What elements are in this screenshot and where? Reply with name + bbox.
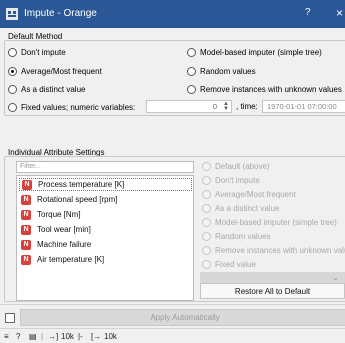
radio-label: Random values bbox=[215, 231, 271, 241]
radio-label: Remove instances with unknown values bbox=[215, 245, 345, 255]
numeric-variable-icon: N bbox=[21, 254, 31, 265]
separator: | bbox=[41, 332, 44, 341]
numeric-value: 0 bbox=[212, 102, 217, 111]
radio-indicator bbox=[202, 189, 211, 199]
radio-label: Fixed values; numeric variables: bbox=[21, 102, 136, 112]
report-icon[interactable]: ▤ bbox=[29, 332, 37, 341]
numeric-variable-icon: N bbox=[22, 179, 32, 190]
list-item[interactable]: N Torque [Nm] bbox=[19, 208, 81, 221]
radio-label: Model-based imputer (simple tree) bbox=[215, 217, 337, 227]
help-button[interactable]: ? bbox=[305, 7, 311, 18]
filter-input[interactable]: Filter... bbox=[16, 161, 194, 173]
radio-label: Average/Most frequent bbox=[215, 189, 296, 199]
divider bbox=[0, 328, 345, 329]
radio-dont-impute[interactable]: Don't impute bbox=[8, 45, 66, 59]
window-title: Impute - Orange bbox=[24, 8, 97, 19]
auto-apply-checkbox[interactable] bbox=[5, 313, 15, 323]
radio-label: Model-based imputer (simple tree) bbox=[200, 47, 322, 57]
input-count: 10k bbox=[61, 332, 74, 341]
radio-label: As a distinct value bbox=[215, 203, 280, 213]
radio-indicator bbox=[187, 66, 196, 76]
output-count: 10k bbox=[104, 332, 117, 341]
list-item[interactable]: N Rotational speed [rpm] bbox=[19, 193, 118, 206]
attribute-name: Process temperature [K] bbox=[38, 180, 125, 189]
radio-remove-instances[interactable]: Remove instances with unknown values bbox=[187, 82, 342, 96]
output-data-icon: [→ bbox=[91, 332, 102, 341]
list-item[interactable]: N Machine failure bbox=[19, 238, 91, 251]
list-item[interactable]: N Process temperature [K] bbox=[19, 178, 192, 191]
chevron-down-icon: ⌄ bbox=[332, 273, 339, 282]
radio-indicator-checked bbox=[8, 66, 17, 76]
radio-indicator bbox=[8, 84, 17, 94]
attr-radio-random[interactable]: Random values bbox=[202, 229, 271, 243]
divider bbox=[0, 304, 345, 305]
attr-radio-remove[interactable]: Remove instances with unknown values bbox=[202, 243, 345, 257]
radio-label: Average/Most frequent bbox=[21, 66, 102, 76]
time-value-field[interactable]: 1970-01-01 07:00:00 bbox=[262, 100, 345, 113]
radio-indicator bbox=[187, 47, 196, 57]
radio-distinct[interactable]: As a distinct value bbox=[8, 82, 85, 96]
restore-all-button[interactable]: Restore All to Default bbox=[200, 283, 345, 299]
time-label: , time: bbox=[236, 102, 258, 111]
attr-radio-average[interactable]: Average/Most frequent bbox=[202, 187, 296, 201]
title-bar: Impute - Orange ? × bbox=[0, 0, 345, 28]
attribute-name: Tool wear [min] bbox=[37, 225, 91, 234]
radio-label: As a distinct value bbox=[21, 84, 86, 94]
time-value: 1970-01-01 07:00:00 bbox=[267, 102, 337, 111]
attr-radio-model-based[interactable]: Model-based imputer (simple tree) bbox=[202, 215, 337, 229]
radio-indicator bbox=[202, 203, 211, 213]
radio-label: Fixed value bbox=[215, 259, 256, 269]
radio-indicator bbox=[202, 217, 211, 227]
radio-model-based[interactable]: Model-based imputer (simple tree) bbox=[187, 45, 322, 59]
attribute-name: Rotational speed [rpm] bbox=[37, 195, 118, 204]
close-button[interactable]: × bbox=[336, 6, 343, 20]
numeric-variable-icon: N bbox=[21, 224, 31, 235]
radio-indicator bbox=[202, 175, 211, 185]
radio-average[interactable]: Average/Most frequent bbox=[8, 64, 102, 78]
numeric-value-spinbox[interactable]: 0 ▲ ▼ bbox=[146, 100, 232, 113]
apply-automatically-button[interactable]: Apply Automatically bbox=[20, 309, 345, 326]
radio-indicator bbox=[187, 84, 196, 94]
attr-radio-distinct[interactable]: As a distinct value bbox=[202, 201, 279, 215]
input-data-icon: →] bbox=[48, 332, 59, 341]
list-item[interactable]: N Tool wear [min] bbox=[19, 223, 91, 236]
radio-indicator bbox=[202, 161, 211, 171]
numeric-variable-icon: N bbox=[21, 239, 31, 250]
radio-label: Don't impute bbox=[21, 47, 66, 57]
radio-indicator bbox=[202, 259, 211, 269]
attribute-name: Machine failure bbox=[37, 240, 92, 249]
radio-fixed-values[interactable]: Fixed values; numeric variables: bbox=[8, 100, 135, 114]
attr-radio-fixed[interactable]: Fixed value bbox=[202, 257, 256, 271]
attribute-list[interactable]: N Process temperature [K] N Rotational s… bbox=[16, 175, 194, 301]
radio-indicator bbox=[8, 47, 17, 57]
radio-random[interactable]: Random values bbox=[187, 64, 256, 78]
attr-radio-dont-impute[interactable]: Don't impute bbox=[202, 173, 260, 187]
numeric-variable-icon: N bbox=[21, 194, 31, 205]
attribute-name: Torque [Nm] bbox=[37, 210, 81, 219]
radio-indicator bbox=[8, 102, 17, 112]
attr-radio-default[interactable]: Default (above) bbox=[202, 159, 270, 173]
radio-indicator bbox=[202, 231, 211, 241]
radio-label: Default (above) bbox=[215, 161, 270, 171]
orange-app-icon bbox=[6, 8, 18, 20]
help-icon[interactable]: ? bbox=[16, 332, 20, 341]
numeric-variable-icon: N bbox=[21, 209, 31, 220]
status-separator: |- bbox=[78, 332, 83, 341]
radio-indicator bbox=[202, 245, 211, 255]
radio-label: Random values bbox=[200, 66, 256, 76]
hamburger-menu-icon[interactable]: ≡ bbox=[4, 332, 9, 341]
radio-label: Don't impute bbox=[215, 175, 260, 185]
attribute-name: Air temperature [K] bbox=[37, 255, 105, 264]
radio-label: Remove instances with unknown values bbox=[200, 84, 342, 94]
list-item[interactable]: N Air temperature [K] bbox=[19, 253, 104, 266]
spin-arrows-icon[interactable]: ▲ ▼ bbox=[223, 101, 229, 112]
